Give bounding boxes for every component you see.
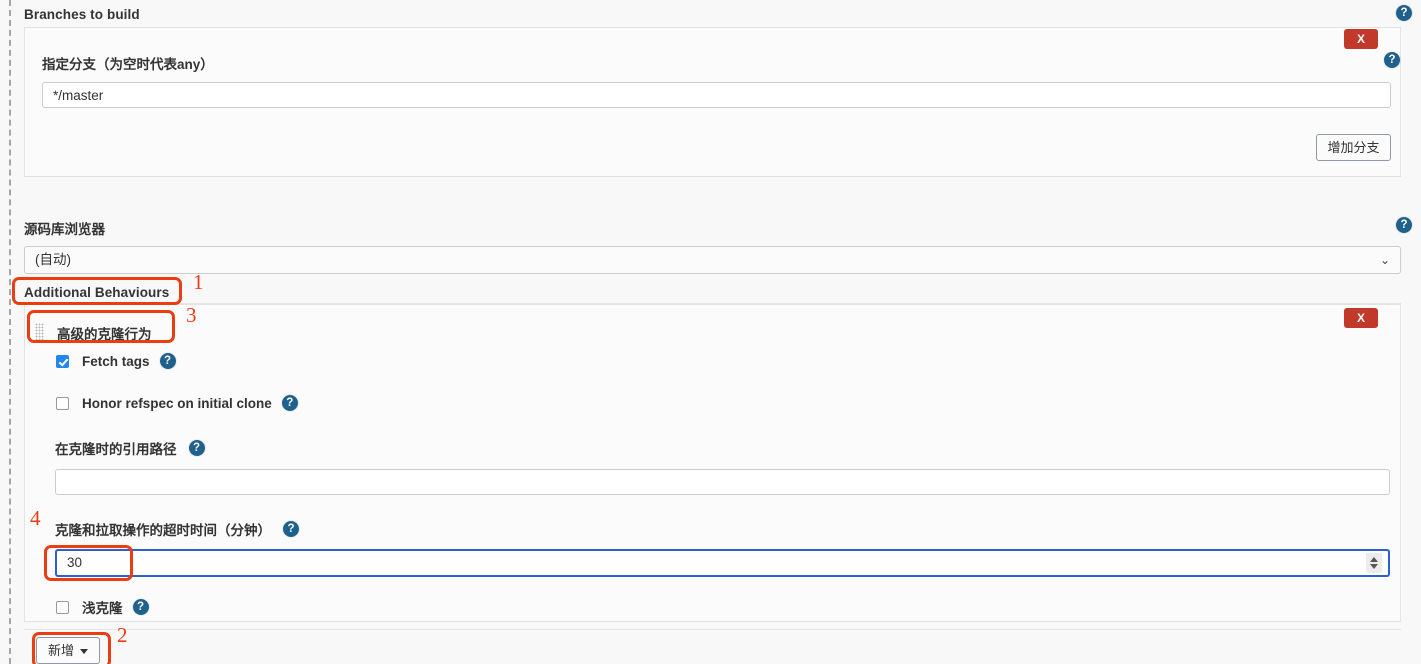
reference-path-label-row: 在克隆时的引用路径 ? [55, 438, 205, 458]
help-icon-branches[interactable]: ? [1396, 5, 1412, 21]
shallow-clone-checkbox[interactable] [56, 600, 69, 614]
timeout-input[interactable]: 30 [55, 549, 1390, 577]
reference-path-label: 在克隆时的引用路径 [55, 442, 177, 457]
fetch-tags-checkbox[interactable] [56, 354, 69, 368]
repo-browser-selected-value: (自动) [35, 252, 71, 267]
advanced-clone-header: 高级的克隆行为 [35, 323, 152, 343]
additional-behaviours-label: Additional Behaviours [24, 285, 170, 300]
fetch-tags-label: Fetch tags [82, 353, 150, 369]
timeout-input-value: 30 [67, 555, 83, 570]
reference-path-input[interactable] [55, 469, 1390, 495]
drag-handle-icon[interactable] [35, 323, 44, 343]
help-icon-repo-browser[interactable]: ? [1396, 217, 1412, 233]
branch-spec-label: 指定分支（为空时代表any） [42, 57, 214, 72]
content-area: Branches to build ? X 指定分支（为空时代表any） ? *… [22, 0, 1421, 664]
add-button-label: 新增 [47, 643, 74, 658]
help-icon-reference-path[interactable]: ? [188, 440, 205, 456]
jenkins-scm-config-screen: Branches to build ? X 指定分支（为空时代表any） ? *… [0, 0, 1421, 664]
remove-branch-button[interactable]: X [1344, 29, 1378, 49]
remove-advanced-clone-button[interactable]: X [1344, 308, 1378, 328]
timeout-label-row: 克隆和拉取操作的超时时间（分钟） ? [55, 519, 299, 539]
spinner-down-icon[interactable] [1370, 564, 1378, 569]
advanced-clone-title: 高级的克隆行为 [57, 327, 152, 342]
add-branch-button[interactable]: 增加分支 [1316, 134, 1391, 161]
repo-browser-label: 源码库浏览器 [24, 222, 105, 237]
add-button[interactable]: 新增 [36, 637, 100, 664]
shallow-clone-label: 浅克隆 [82, 601, 123, 616]
timeout-label: 克隆和拉取操作的超时时间（分钟） [55, 523, 271, 538]
help-icon-honor-refspec[interactable]: ? [281, 395, 298, 411]
help-icon-shallow-clone[interactable]: ? [132, 599, 149, 615]
chevron-down-icon: ⌄ [1379, 253, 1390, 267]
honor-refspec-checkbox[interactable] [56, 396, 69, 410]
help-icon-timeout[interactable]: ? [283, 521, 299, 537]
number-spinner[interactable] [1366, 553, 1382, 573]
shallow-clone-row: 浅克隆 ? [56, 597, 149, 617]
branch-spec-input[interactable]: */master [42, 82, 1391, 108]
divider-above-footer [24, 629, 1401, 630]
fetch-tags-row: Fetch tags ? [56, 353, 176, 369]
caret-down-icon [80, 649, 88, 655]
repo-browser-select[interactable]: (自动) ⌄ [24, 246, 1401, 274]
branches-to-build-label: Branches to build [24, 7, 140, 22]
left-dashed-guide [9, 0, 11, 664]
honor-refspec-label: Honor refspec on initial clone [82, 395, 272, 411]
help-icon-fetch-tags[interactable]: ? [159, 353, 176, 369]
spinner-up-icon[interactable] [1370, 557, 1378, 562]
help-icon-branch-spec[interactable]: ? [1384, 52, 1400, 68]
honor-refspec-row: Honor refspec on initial clone ? [56, 395, 298, 411]
